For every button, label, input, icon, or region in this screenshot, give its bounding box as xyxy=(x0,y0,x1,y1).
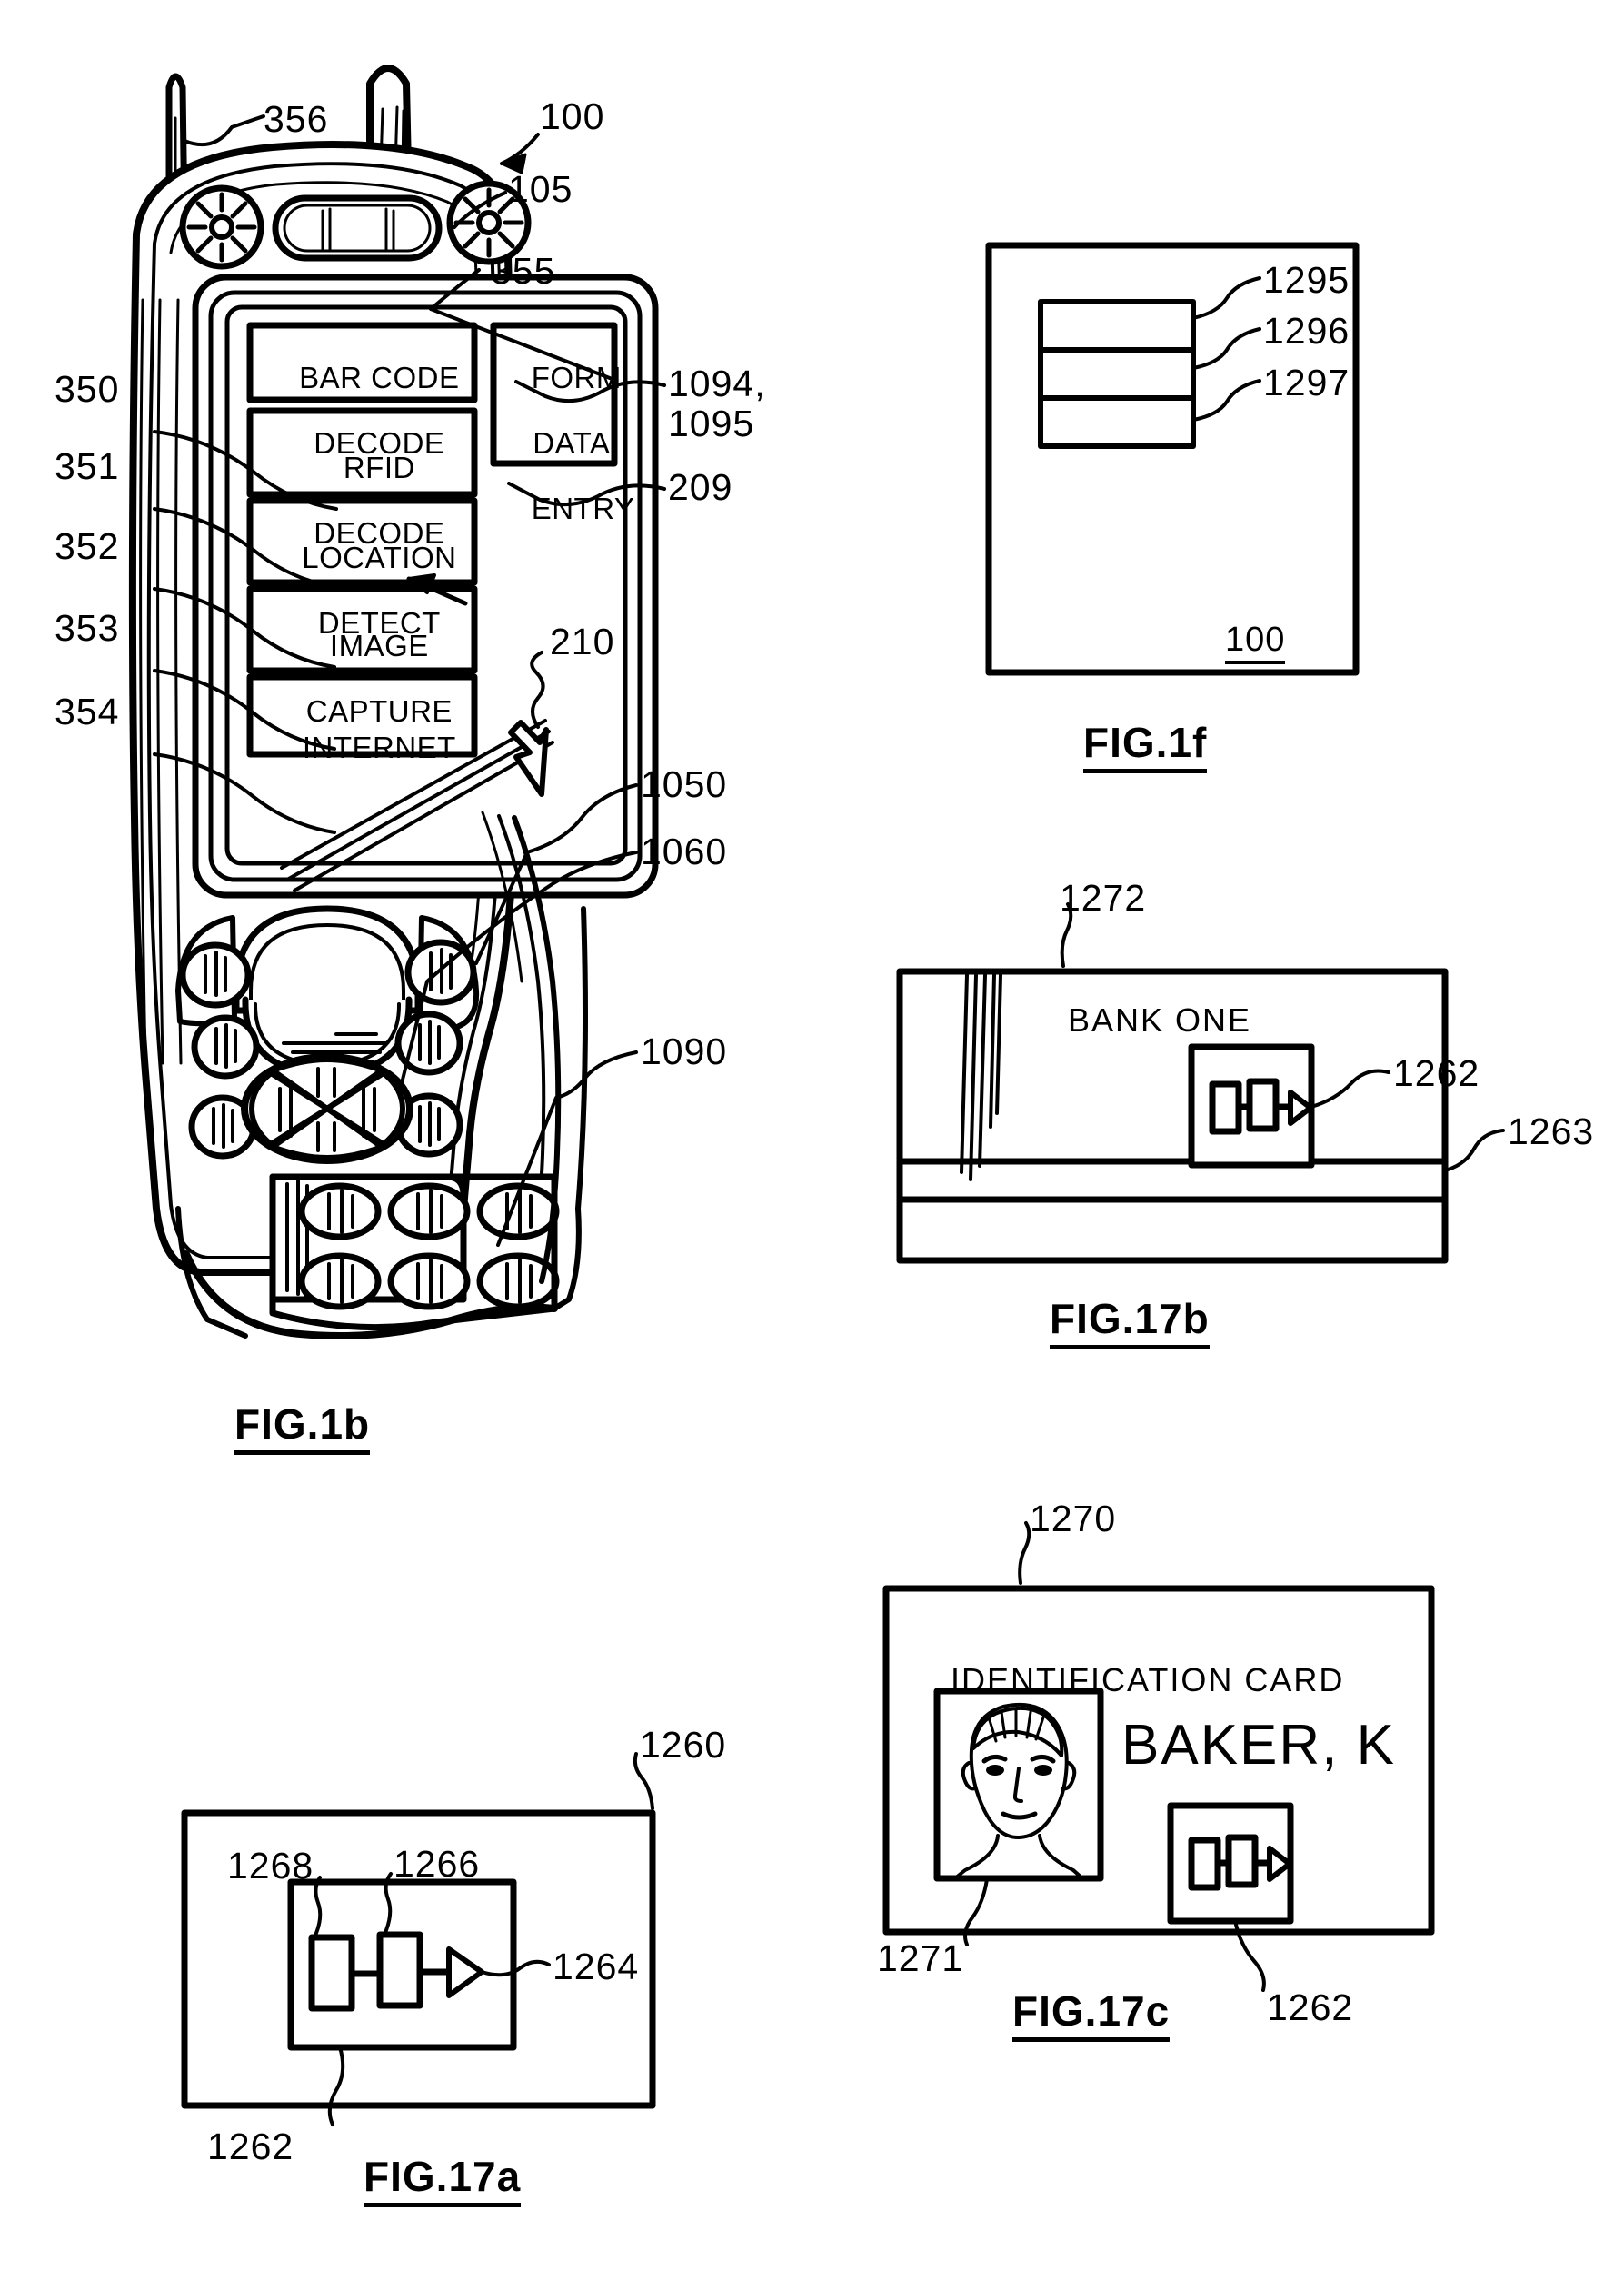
illumination-led-left-icon xyxy=(179,184,264,270)
bank-name-label: BANK ONE xyxy=(1068,1001,1252,1039)
ref-1262-fig17b: 1262 xyxy=(1393,1052,1480,1094)
key-mid-left[interactable] xyxy=(191,1014,260,1080)
fig17a-rfid-tag xyxy=(181,1752,656,2126)
fig1f-row-1297[interactable] xyxy=(1038,395,1196,449)
ref-1272: 1272 xyxy=(1060,877,1147,919)
figure-caption-1b: FIG.1b xyxy=(234,1399,371,1455)
ref-209: 209 xyxy=(668,466,733,508)
fig1f-row-1295[interactable] xyxy=(1038,299,1196,353)
ref-210: 210 xyxy=(550,621,615,662)
ref-100-fig1f: 100 xyxy=(1225,621,1286,664)
ref-350: 350 xyxy=(55,368,120,410)
key-upper-left[interactable] xyxy=(179,941,252,1009)
rfid-tag-1262 xyxy=(1167,1802,1294,1925)
ref-1262-fig17a: 1262 xyxy=(207,2126,294,2167)
ref-1266: 1266 xyxy=(394,1843,481,1885)
ref-105: 105 xyxy=(508,168,573,210)
figure-caption-17b: FIG.17b xyxy=(1050,1294,1210,1349)
navigation-dpad[interactable] xyxy=(241,1053,413,1164)
ref-1271: 1271 xyxy=(877,1937,964,1979)
ref-1094: 1094, xyxy=(668,363,766,404)
ref-1060: 1060 xyxy=(641,831,728,872)
softkey-label-internet: INTERNET xyxy=(302,731,456,764)
ref-100-device: 100 xyxy=(540,95,605,137)
softkey-label-form-data-entry: FORM DATA ENTRY xyxy=(531,361,635,525)
ref-354: 354 xyxy=(55,691,120,732)
ref-1295: 1295 xyxy=(1263,259,1350,301)
ref-352: 352 xyxy=(55,525,120,567)
ref-353: 353 xyxy=(55,607,120,649)
id-card-holder-name: BAKER, K xyxy=(1121,1714,1396,1777)
ref-1268: 1268 xyxy=(227,1845,314,1887)
ref-1262-fig17c: 1262 xyxy=(1267,1986,1354,2028)
ref-1297: 1297 xyxy=(1263,362,1350,403)
tag-chip-1268 xyxy=(308,1934,355,2012)
figure-caption-17c: FIG.17c xyxy=(1012,1986,1171,2042)
ref-1264: 1264 xyxy=(553,1946,640,1987)
figure-caption-17a: FIG.17a xyxy=(364,2152,522,2207)
rfid-tag-1262 xyxy=(1188,1043,1315,1169)
keypad-row-2 xyxy=(298,1252,560,1310)
ref-1095: 1095 xyxy=(668,403,755,444)
ref-1263: 1263 xyxy=(1508,1110,1595,1152)
earpiece-dome xyxy=(233,905,422,1078)
patent-drawing-sheet: BAR CODE DECODE RFID DECODE LOCATION DET… xyxy=(0,0,1624,2280)
figure-caption-1f: FIG.1f xyxy=(1083,718,1208,773)
ref-1260: 1260 xyxy=(640,1724,727,1766)
ref-355: 355 xyxy=(491,250,556,292)
fig1f-row-1296[interactable] xyxy=(1038,347,1196,401)
ref-1270: 1270 xyxy=(1030,1498,1117,1539)
ref-351: 351 xyxy=(55,445,120,487)
tag-chip-1266 xyxy=(376,1931,423,2009)
ref-1090: 1090 xyxy=(641,1030,728,1072)
drawing-linework xyxy=(128,65,1505,2126)
ref-356: 356 xyxy=(264,98,329,140)
ref-1050: 1050 xyxy=(641,763,728,805)
ref-1296: 1296 xyxy=(1263,310,1350,352)
speaker-grille-icon xyxy=(272,194,443,262)
id-card-title: IDENTIFICATION CARD xyxy=(951,1661,1345,1698)
